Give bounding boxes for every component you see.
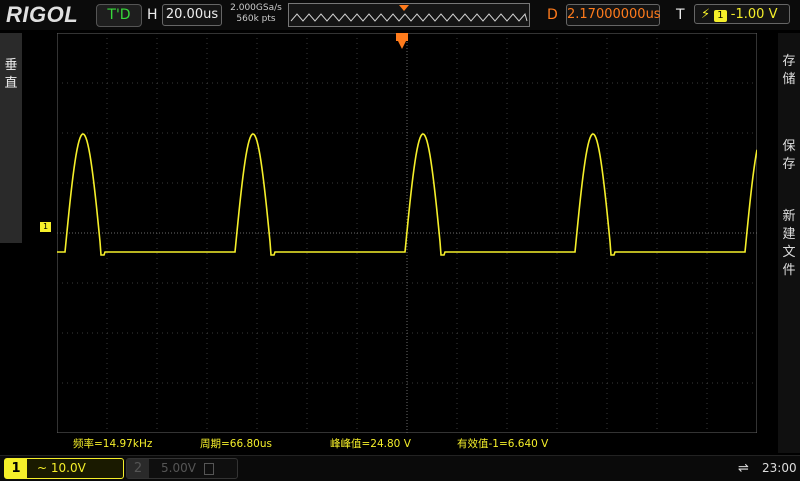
menu-item-save-label: 保存 — [782, 139, 796, 172]
run-stop-status[interactable]: T'D — [96, 4, 142, 27]
menu-item-save[interactable]: 保存 — [778, 138, 800, 198]
channel2-status[interactable]: 2 5.00V — [126, 458, 238, 479]
system-clock: 23:00 — [762, 461, 797, 475]
memory-overview — [288, 3, 530, 27]
channel1-status[interactable]: 1 ~ 10.0V — [4, 458, 124, 479]
acquisition-info: 2.000GSa/s 560k pts — [228, 3, 284, 25]
channel1-scale-group: ~ 10.0V — [37, 460, 86, 477]
memory-depth: 560k pts — [236, 14, 276, 24]
ch1-offset-marker[interactable]: 1 — [40, 222, 51, 232]
delay-label: D — [547, 7, 558, 23]
channel2-scale: 5.00V — [161, 461, 196, 475]
vertical-menu-tab[interactable]: 垂直 — [0, 33, 22, 243]
ac-coupling-icon: ~ — [37, 461, 48, 475]
measurement-vpp: 峰峰值=24.80 V — [330, 438, 411, 450]
channel2-number: 2 — [127, 459, 149, 478]
vertical-tab-label: 垂直 — [4, 58, 18, 91]
menu-item-new-file-label: 新建文件 — [782, 209, 796, 278]
menu-item-storage[interactable]: 存储 — [778, 53, 800, 113]
channel2-scale-group: 5.00V — [161, 460, 214, 477]
rising-edge-icon: ⚡ — [701, 7, 711, 22]
channel1-scale: 10.0V — [50, 461, 86, 475]
timebase-label: H — [147, 7, 158, 23]
brand-logo: RIGOL — [6, 2, 79, 27]
trigger-settings[interactable]: ⚡ 1 -1.00 V — [694, 4, 790, 24]
storage-soft-menu: 存储 保存 新建文件 — [778, 33, 800, 453]
waveform-display[interactable] — [57, 33, 757, 433]
menu-item-new-file[interactable]: 新建文件 — [778, 208, 800, 288]
measurement-bar: 频率=14.97kHz 周期=66.80us 峰峰值=24.80 V 有效值-1… — [57, 435, 757, 451]
timebase-value[interactable]: 20.00us — [162, 4, 222, 26]
usb-icon: ⇌ — [738, 461, 749, 476]
menu-item-storage-label: 存储 — [782, 54, 796, 87]
delay-value[interactable]: 2.17000000us — [566, 4, 661, 26]
sample-rate: 2.000GSa/s — [230, 3, 282, 13]
measurement-period: 周期=66.80us — [200, 438, 272, 450]
trigger-label: T — [676, 7, 685, 23]
channel2-battery-icon — [203, 462, 214, 475]
trigger-t-marker-icon — [396, 33, 408, 41]
channel1-number: 1 — [5, 459, 27, 478]
trigger-level: -1.00 V — [730, 7, 778, 22]
trigger-channel-badge: 1 — [714, 10, 727, 22]
measurement-rms: 有效值-1=6.640 V — [457, 438, 549, 450]
memory-waveform-preview — [289, 4, 529, 26]
measurement-frequency: 频率=14.97kHz — [73, 438, 153, 450]
